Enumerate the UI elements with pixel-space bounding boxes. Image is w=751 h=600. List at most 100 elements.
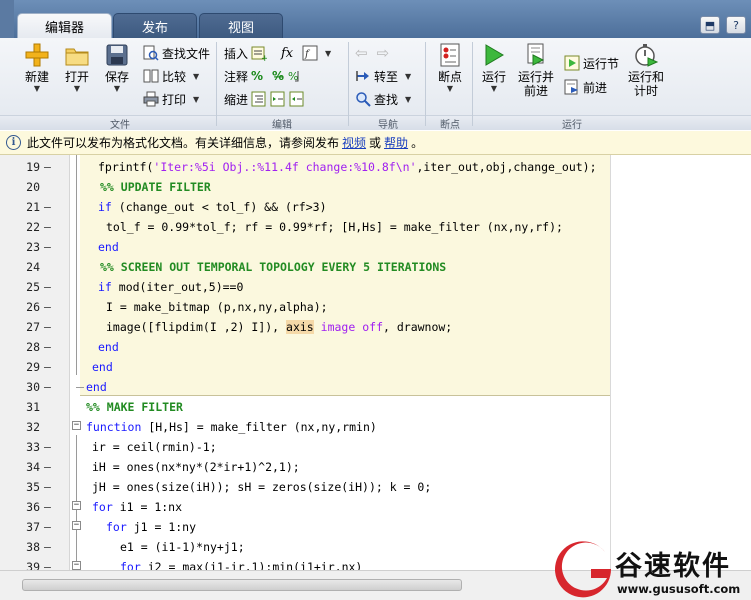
code-line[interactable]: 32 − function [H,Hs] = make_filter (nx,n… [0,417,751,437]
code-line[interactable]: 31 %% MAKE FILTER [0,397,751,417]
function-browser-icon: f [302,45,318,61]
code-line[interactable]: 36 – − for i1 = 1:nx [0,497,751,517]
open-button[interactable]: 打开 ▼ [60,42,94,93]
fold-toggle-icon[interactable]: − [72,521,81,530]
scrollbar-thumb[interactable] [22,579,462,591]
insert-function-dropdown[interactable]: f ▼ [302,43,331,63]
save-button[interactable]: 保存 ▼ [100,42,134,93]
chevron-down-icon[interactable]: ▼ [193,72,199,81]
line-number: 31 [26,400,40,414]
code-line[interactable]: 24 %% SCREEN OUT TEMPORAL TOPOLOGY EVERY… [0,257,751,277]
toolstrip-tab-bar: 编辑器 发布 视图 ⬒ ? [0,0,751,38]
chevron-down-icon[interactable]: ▼ [432,84,468,93]
run-and-advance-button[interactable]: 运行并 前进 [516,42,556,98]
run-button[interactable]: 运行 ▼ [478,42,510,93]
find-files-button[interactable]: 查找文件 [143,43,210,63]
chevron-down-icon[interactable]: ▼ [60,84,94,93]
fold-end-tick [76,387,84,388]
tab-publish[interactable]: 发布 [113,13,197,38]
line-number: 36 [26,500,40,514]
breakpoints-button[interactable]: 断点 ▼ [432,42,468,93]
chevron-down-icon[interactable]: ▼ [100,84,134,93]
comment-percent-icon: % [251,69,264,83]
print-button[interactable]: 打印 ▼ [143,89,199,109]
chevron-down-icon[interactable]: ▼ [478,84,510,93]
fold-toggle-icon[interactable]: − [72,561,81,570]
comment-button[interactable]: 注释 % %̶ % [224,66,303,86]
chevron-down-icon[interactable]: ▼ [193,95,199,104]
decrease-indent-icon[interactable] [289,91,305,107]
code-editor[interactable]: 19 – fprintf('Iter:%5i Obj.:%11.4f chang… [0,155,751,570]
executable-marker[interactable]: – [44,280,51,294]
executable-marker[interactable]: – [44,240,51,254]
back-arrow-icon[interactable]: ⇦ [355,44,368,62]
line-number: 23 [26,240,40,254]
executable-marker[interactable]: – [44,480,51,494]
help-link[interactable]: 帮助 [384,134,408,151]
advance-button[interactable]: 前进 [564,77,607,97]
increase-indent-icon[interactable] [270,91,286,107]
chevron-down-icon[interactable]: ▼ [325,49,331,58]
executable-marker[interactable]: – [44,380,51,394]
watermark-logo: 谷速软件 www.gususoft.com [555,538,751,600]
chevron-down-icon[interactable]: ▼ [20,84,54,93]
executable-marker[interactable]: – [44,460,51,474]
code-line[interactable]: 21 – if (change_out < tol_f) && (rf>3) [0,197,751,217]
compare-button[interactable]: 比较 ▼ [143,66,199,86]
smart-indent-icon[interactable] [251,91,267,107]
code-line[interactable]: 35 – jH = ones(size(iH)); sH = zeros(siz… [0,477,751,497]
code-line[interactable]: 20 %% UPDATE FILTER [0,177,751,197]
code-line[interactable]: 30 – end [0,377,751,397]
code-line[interactable]: 23 – end [0,237,751,257]
executable-marker[interactable]: – [44,560,51,570]
executable-marker[interactable]: – [44,340,51,354]
run-section-button[interactable]: 运行节 [564,53,619,73]
code-line[interactable]: 19 – fprintf('Iter:%5i Obj.:%11.4f chang… [0,157,751,177]
code-line[interactable]: 34 – iH = ones(nx*ny*(2*ir+1)^2,1); [0,457,751,477]
executable-marker[interactable]: – [44,320,51,334]
indent-button[interactable]: 缩进 [224,89,305,109]
code-line[interactable]: 27 – image([flipdim(I ,2) I]), axis imag… [0,317,751,337]
find-button[interactable]: 查找 ▼ [355,89,411,109]
run-and-time-button[interactable]: 运行和 计时 [626,42,666,98]
find-label: 查找 [374,92,399,107]
quick-access-icon[interactable]: ⬒ [700,16,720,34]
breakpoints-label: 断点 [437,70,462,84]
back-forward-buttons[interactable]: ⇦ ⇨ [355,43,389,63]
new-button[interactable]: 新建 ▼ [20,42,54,93]
code-text: ir = ceil(rmin)-1; [92,440,217,454]
executable-marker[interactable]: – [44,160,51,174]
executable-marker[interactable]: – [44,220,51,234]
goto-button[interactable]: 转至 ▼ [355,66,411,86]
code-line[interactable]: 37 – − for j1 = 1:ny [0,517,751,537]
code-line[interactable]: 25 – if mod(iter_out,5)==0 [0,277,751,297]
executable-marker[interactable]: – [44,300,51,314]
executable-marker[interactable]: – [44,540,51,554]
executable-marker[interactable]: – [44,500,51,514]
help-icon[interactable]: ? [726,16,746,34]
insert-function-button[interactable]: fx [281,43,293,63]
navigate-group-label: 导航 [378,120,398,131]
uncomment-icon[interactable]: %̶ [272,69,284,83]
code-line[interactable]: 26 – I = make_bitmap (p,nx,ny,alpha); [0,297,751,317]
code-line[interactable]: 28 – end [0,337,751,357]
executable-marker[interactable]: – [44,360,51,374]
wrap-comments-icon[interactable]: % [287,68,303,84]
chevron-down-icon[interactable]: ▼ [405,72,411,81]
tab-view[interactable]: 视图 [199,13,283,38]
fold-toggle-icon[interactable]: − [72,501,81,510]
insert-label: 插入 [224,46,249,61]
code-line[interactable]: 33 – ir = ceil(rmin)-1; [0,437,751,457]
fold-toggle-icon[interactable]: − [72,421,81,430]
tab-editor[interactable]: 编辑器 [17,13,112,38]
chevron-down-icon[interactable]: ▼ [405,95,411,104]
insert-button[interactable]: 插入 + [224,43,267,63]
forward-arrow-icon[interactable]: ⇨ [377,44,390,62]
video-link[interactable]: 视频 [342,134,366,151]
code-line[interactable]: 29 – end [0,357,751,377]
run-and-time-label-2: 计时 [633,84,658,98]
executable-marker[interactable]: – [44,440,51,454]
executable-marker[interactable]: – [44,200,51,214]
executable-marker[interactable]: – [44,520,51,534]
code-line[interactable]: 22 – tol_f = 0.99*tol_f; rf = 0.99*rf; [… [0,217,751,237]
